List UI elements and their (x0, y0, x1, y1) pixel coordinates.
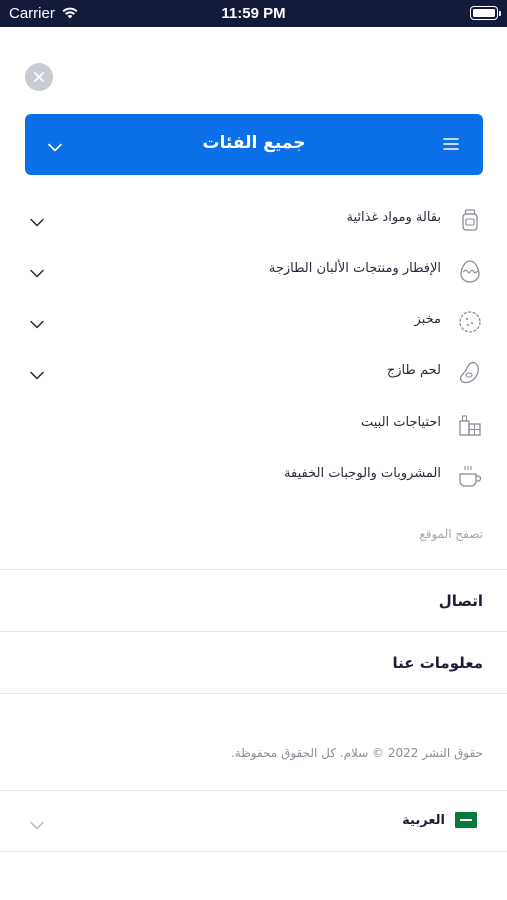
household-icon (457, 412, 483, 438)
cup-icon (457, 463, 483, 489)
divider (0, 693, 507, 694)
grocery-jar-icon (457, 207, 483, 233)
chevron-down-icon[interactable] (30, 263, 44, 282)
category-label: مخبز (414, 312, 441, 327)
category-label: المشروبات والوجبات الخفيفة (284, 466, 441, 481)
divider (0, 790, 507, 791)
category-item-household[interactable]: احتياجات البيت (25, 404, 483, 444)
category-label: لحم طازج (386, 363, 441, 378)
chevron-down-icon[interactable] (30, 365, 44, 384)
category-label: احتياجات البيت (360, 415, 441, 430)
all-categories-toggle[interactable]: جميع الفئات (25, 114, 483, 175)
bakery-cookie-icon (457, 309, 483, 335)
meat-icon (457, 360, 483, 386)
all-categories-title: جميع الفئات (202, 133, 306, 153)
category-label: الإفطار ومنتجات الألبان الطازجة (268, 261, 441, 276)
contact-link[interactable]: اتصال (439, 592, 483, 610)
close-button[interactable] (25, 63, 53, 91)
saudi-flag-icon (455, 812, 477, 828)
close-icon (34, 72, 44, 82)
about-link[interactable]: معلومات عنا (393, 654, 484, 672)
category-item-bakery[interactable]: مخبز (25, 301, 483, 341)
copyright-text: حقوق النشر 2022 © سلام. كل الحقوق محفوظة… (230, 746, 483, 760)
clock: 11:59 PM (221, 5, 286, 22)
category-label: بقالة ومواد غذائية (346, 210, 441, 225)
status-bar: Carrier 11:59 PM (0, 0, 507, 27)
divider (0, 851, 507, 852)
chevron-down-icon (48, 137, 62, 156)
language-label: العربية (402, 813, 445, 828)
divider (0, 631, 507, 632)
chevron-down-icon (30, 815, 44, 834)
category-item-beverages-snacks[interactable]: المشروبات والوجبات الخفيفة (25, 455, 483, 495)
browse-site-heading: تصفح الموقع (419, 527, 483, 541)
chevron-down-icon[interactable] (30, 314, 44, 333)
egg-icon (457, 258, 483, 284)
chevron-down-icon[interactable] (30, 212, 44, 231)
language-selector[interactable]: العربية (0, 800, 507, 842)
category-item-grocery[interactable]: بقالة ومواد غذائية (25, 199, 483, 239)
battery-icon (470, 6, 501, 20)
divider (0, 569, 507, 570)
category-item-fresh-meat[interactable]: لحم طازج (25, 352, 483, 392)
category-item-breakfast-dairy[interactable]: الإفطار ومنتجات الألبان الطازجة (25, 250, 483, 290)
